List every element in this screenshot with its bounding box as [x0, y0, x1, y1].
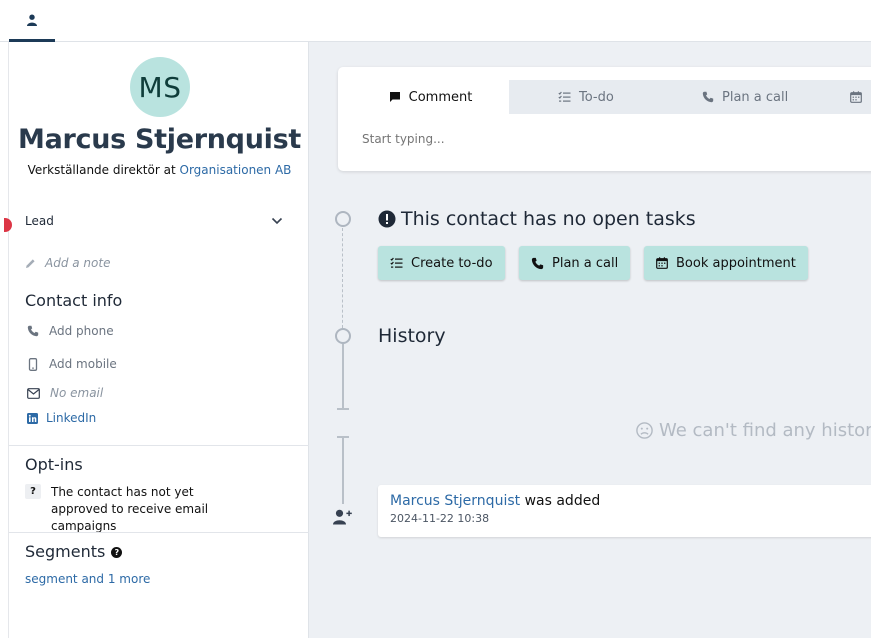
notification-dot: [4, 218, 12, 232]
help-icon[interactable]: ?: [111, 547, 123, 558]
event-action: was added: [524, 493, 601, 509]
tab-plan-call-label: Plan a call: [722, 89, 789, 105]
comment-icon: [389, 92, 400, 102]
segments-link[interactable]: segment and 1 more: [25, 572, 150, 586]
pencil-icon: [26, 258, 35, 268]
timeline-connector: [342, 228, 343, 328]
contact-name: Marcus Stjernquist: [18, 124, 301, 155]
tab-plan-call[interactable]: Plan a call: [702, 80, 788, 114]
add-phone[interactable]: Add phone: [27, 324, 114, 338]
tab-todo-label: To-do: [579, 89, 614, 105]
exclamation-circle-icon: [378, 210, 396, 228]
tab-comment[interactable]: Comment: [352, 80, 509, 114]
composer-tabs: Comment To-do Plan a call: [352, 80, 871, 114]
calendar-icon: [656, 257, 668, 269]
divider: [9, 532, 309, 533]
add-mobile[interactable]: Add mobile: [27, 357, 117, 371]
avatar: MS: [130, 57, 190, 117]
book-appointment-label: Book appointment: [676, 255, 796, 271]
status-value: Lead: [25, 214, 54, 228]
no-tasks-text: This contact has no open tasks: [401, 208, 696, 230]
add-note[interactable]: Add a note: [25, 256, 110, 270]
checklist-icon: [558, 91, 571, 102]
calendar-icon: [850, 91, 862, 103]
linkedin-label: LinkedIn: [46, 411, 97, 425]
timeline-cap: [337, 408, 349, 410]
mobile-placeholder: Add mobile: [49, 357, 117, 371]
event-timestamp: 2024-11-22 10:38: [390, 512, 490, 525]
optin-text: The contact has not yet approved to rece…: [51, 485, 209, 533]
phone-icon: [702, 91, 714, 103]
plan-call-label: Plan a call: [552, 255, 619, 271]
job-title: Verkställande direktör at: [27, 163, 176, 177]
contact-info-title: Contact info: [25, 291, 123, 310]
event-person-link[interactable]: Marcus Stjernquist: [390, 493, 520, 509]
tab-todo[interactable]: To-do: [558, 80, 614, 114]
phone-icon: [27, 325, 39, 337]
status-select[interactable]: Lead: [25, 212, 283, 230]
top-tab-bar: [0, 0, 871, 42]
no-tasks-heading: This contact has no open tasks: [378, 208, 696, 230]
composer: Comment To-do Plan a call: [338, 67, 871, 171]
optin-status: ? The contact has not yet approved to re…: [25, 484, 251, 535]
contact-sidebar: MS Marcus Stjernquist Verkställande dire…: [4, 42, 310, 638]
comment-input[interactable]: [362, 132, 762, 146]
history-empty-text: We can't find any histor: [659, 420, 871, 441]
contact-title: Verkställande direktör at Organisationen…: [9, 163, 310, 177]
history-empty-message: We can't find any histor: [636, 420, 871, 441]
history-event: Marcus Stjernquist was added 2024-11-22 …: [378, 485, 871, 537]
avatar-initials: MS: [138, 70, 182, 104]
history-title: History: [378, 325, 446, 347]
activity-panel: Comment To-do Plan a call Start typing..…: [309, 42, 871, 638]
timeline-node: [335, 328, 351, 344]
phone-placeholder: Add phone: [49, 324, 114, 338]
divider: [9, 445, 309, 446]
envelope-icon: [27, 387, 40, 399]
segments-title: Segments?: [25, 542, 123, 561]
email-value: No email: [50, 386, 104, 400]
add-user-icon: [333, 509, 352, 525]
email-row: No email: [27, 386, 103, 400]
timeline-line: [342, 438, 344, 504]
mobile-icon: [28, 357, 38, 371]
note-placeholder: Add a note: [45, 256, 111, 270]
person-icon: [27, 14, 37, 26]
question-icon: ?: [25, 484, 41, 499]
book-appointment-button[interactable]: Book appointment: [644, 246, 808, 280]
sad-face-icon: [636, 422, 653, 439]
timeline-line: [342, 344, 344, 410]
segments-label: Segments: [25, 542, 106, 561]
tab-appointment[interactable]: [850, 80, 870, 114]
tab-comment-label: Comment: [408, 89, 473, 105]
linkedin-icon: [27, 412, 38, 424]
event-description: Marcus Stjernquist was added: [390, 493, 871, 509]
phone-icon: [531, 257, 544, 269]
chevron-down-icon: [271, 217, 283, 225]
plan-call-button[interactable]: Plan a call: [519, 246, 631, 280]
create-todo-label: Create to-do: [411, 255, 493, 271]
linkedin-link[interactable]: LinkedIn: [27, 411, 96, 425]
tab-person[interactable]: [9, 0, 55, 42]
checklist-icon: [390, 257, 403, 268]
optins-title: Opt-ins: [25, 455, 83, 474]
company-link[interactable]: Organisationen AB: [180, 163, 292, 177]
timeline-node: [335, 211, 351, 227]
create-todo-button[interactable]: Create to-do: [378, 246, 505, 280]
